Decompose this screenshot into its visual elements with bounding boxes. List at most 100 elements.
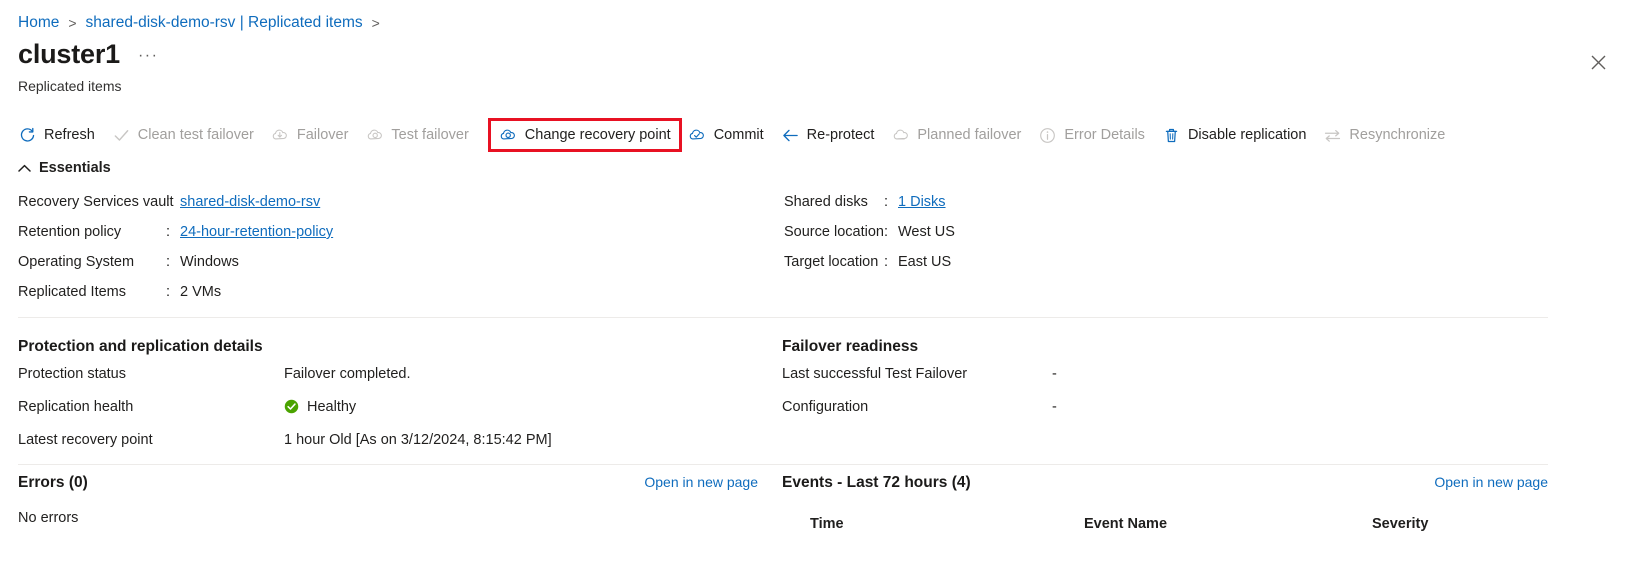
essentials-row-source-location: Source location : West US: [784, 224, 955, 254]
command-label: Commit: [713, 127, 764, 143]
command-clean-test-failover: Clean test failover: [112, 120, 263, 150]
essentials-row-operating-system: Operating System : Windows: [18, 254, 333, 284]
essentials-colon: :: [884, 224, 889, 240]
detail-key: Latest recovery point: [18, 431, 153, 448]
events-panel-title: Events - Last 72 hours (4): [782, 474, 971, 491]
essentials-value-link[interactable]: 24-hour-retention-policy: [180, 224, 333, 240]
command-label: Planned failover: [917, 127, 1022, 143]
errors-open-in-new-page-link[interactable]: Open in new page: [644, 474, 758, 490]
breadcrumb-separator: >: [68, 15, 77, 31]
command-resynchronize: Resynchronize: [1323, 120, 1454, 150]
detail-value: -: [1052, 365, 1057, 382]
command-change-recovery-point[interactable]: Change recovery point: [487, 118, 682, 152]
essentials-value: West US: [898, 224, 955, 240]
page-title-row: cluster1 ···: [18, 39, 158, 70]
info-circle-icon: [1038, 126, 1057, 145]
events-table-header: Time Event Name Severity: [782, 516, 1548, 532]
essentials-value: Windows: [180, 254, 239, 270]
cloud-test-icon: [365, 126, 384, 145]
events-column-time[interactable]: Time: [782, 516, 1084, 532]
events-column-event-name[interactable]: Event Name: [1084, 516, 1372, 532]
essentials-toggle[interactable]: Essentials: [18, 160, 111, 176]
essentials-key: Recovery Services vault: [18, 194, 174, 210]
essentials-value: East US: [898, 254, 952, 270]
protection-details-section: Protection and replication details Prote…: [18, 338, 758, 455]
command-label: Disable replication: [1187, 127, 1307, 143]
close-icon[interactable]: [1584, 48, 1612, 76]
essentials-left-column: Recovery Services vault : shared-disk-de…: [18, 194, 333, 314]
detail-row-configuration: Configuration -: [782, 391, 1542, 422]
divider-essentials: [18, 317, 1548, 318]
command-commit[interactable]: Commit: [688, 120, 773, 150]
detail-value: -: [1052, 398, 1057, 415]
command-label: Clean test failover: [137, 127, 254, 143]
essentials-row-recovery-services-vault: Recovery Services vault : shared-disk-de…: [18, 194, 333, 224]
detail-key: Protection status: [18, 365, 126, 382]
command-planned-failover: Planned failover: [891, 120, 1030, 150]
failover-readiness-section: Failover readiness Last successful Test …: [782, 338, 1542, 422]
page-title: cluster1: [18, 39, 120, 69]
detail-row-last-successful-test-failover: Last successful Test Failover -: [782, 358, 1542, 389]
detail-key: Last successful Test Failover: [782, 365, 968, 382]
more-options-button[interactable]: ···: [138, 47, 158, 65]
essentials-key: Target location: [784, 254, 879, 270]
breadcrumb-separator-trailing: >: [371, 15, 380, 31]
essentials-colon: :: [166, 254, 171, 270]
events-panel: Events - Last 72 hours (4) Open in new p…: [782, 474, 1548, 532]
breadcrumb: Home > shared-disk-demo-rsv | Replicated…: [18, 14, 389, 32]
command-error-details: Error Details: [1038, 120, 1154, 150]
command-label: Error Details: [1064, 127, 1145, 143]
events-open-in-new-page-link[interactable]: Open in new page: [1434, 474, 1548, 490]
detail-value: Healthy: [307, 398, 357, 415]
breadcrumb-item-vault[interactable]: shared-disk-demo-rsv | Replicated items: [86, 14, 363, 32]
command-refresh[interactable]: Refresh: [18, 120, 104, 150]
command-re-protect[interactable]: Re-protect: [781, 120, 884, 150]
essentials-colon: :: [884, 194, 889, 210]
detail-key: Replication health: [18, 398, 134, 415]
cloud-recovery-icon: [499, 126, 518, 145]
detail-value-wrapper: Healthy: [284, 399, 356, 415]
essentials-key: Shared disks: [784, 194, 868, 210]
command-failover: Failover: [271, 120, 358, 150]
refresh-icon: [18, 126, 37, 145]
command-label: Failover: [296, 127, 349, 143]
essentials-row-retention-policy: Retention policy : 24-hour-retention-pol…: [18, 224, 333, 254]
resync-arrows-icon: [1323, 126, 1342, 145]
events-panel-header: Events - Last 72 hours (4) Open in new p…: [782, 474, 1548, 492]
cloud-failover-icon: [271, 126, 290, 145]
failover-readiness-title: Failover readiness: [782, 338, 919, 355]
healthy-check-icon: [284, 399, 299, 414]
detail-row-protection-status: Protection status Failover completed.: [18, 358, 758, 389]
detail-key: Configuration: [782, 398, 869, 415]
essentials-colon: :: [884, 254, 889, 270]
essentials-value-link[interactable]: shared-disk-demo-rsv: [180, 194, 320, 210]
command-label: Re-protect: [806, 127, 875, 143]
detail-value: 1 hour Old [As on 3/12/2024, 8:15:42 PM]: [284, 431, 552, 448]
essentials-colon: :: [166, 224, 171, 240]
command-bar: Refresh Clean test failover Failover Tes…: [18, 118, 1462, 152]
checkmark-icon: [112, 126, 131, 145]
divider-details: [18, 464, 1548, 465]
essentials-right-column: Shared disks : 1 Disks Source location :…: [784, 194, 955, 284]
errors-panel-title: Errors (0): [18, 474, 88, 491]
essentials-row-replicated-items: Replicated Items : 2 VMs: [18, 284, 333, 314]
protection-details-title: Protection and replication details: [18, 338, 263, 355]
command-label: Resynchronize: [1349, 127, 1446, 143]
essentials-row-target-location: Target location : East US: [784, 254, 955, 284]
command-label: Test failover: [391, 127, 469, 143]
essentials-row-shared-disks: Shared disks : 1 Disks: [784, 194, 955, 224]
errors-panel-header: Errors (0) Open in new page: [18, 474, 758, 492]
chevron-up-icon: [18, 164, 31, 173]
essentials-value: 2 VMs: [180, 284, 222, 300]
page-subtitle: Replicated items: [18, 78, 122, 94]
trash-icon: [1162, 126, 1181, 145]
essentials-key: Replicated Items: [18, 284, 126, 300]
command-disable-replication[interactable]: Disable replication: [1162, 120, 1315, 150]
events-column-severity[interactable]: Severity: [1372, 516, 1548, 532]
essentials-value-link[interactable]: 1 Disks: [898, 194, 946, 210]
breadcrumb-item-home[interactable]: Home: [18, 14, 59, 32]
cloud-planned-icon: [891, 126, 910, 145]
essentials-colon: :: [166, 194, 171, 210]
detail-row-latest-recovery-point: Latest recovery point 1 hour Old [As on …: [18, 424, 758, 455]
command-label: Change recovery point: [524, 127, 671, 143]
